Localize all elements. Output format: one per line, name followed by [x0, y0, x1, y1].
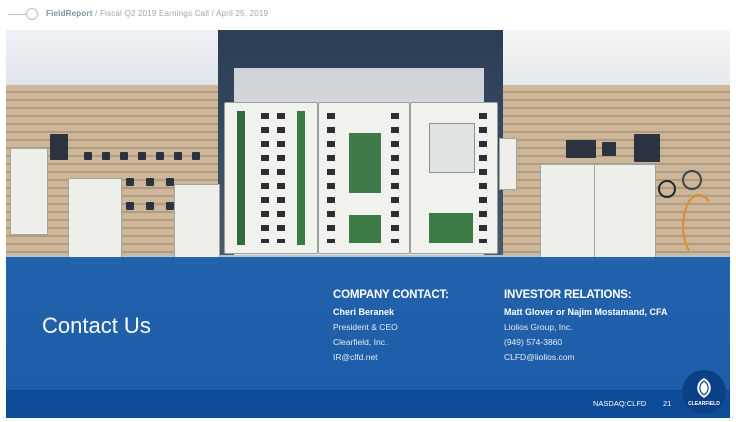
photo-cable-loop	[658, 180, 676, 198]
header-breadcrumb: FieldReport / Fiscal Q2 2019 Earnings Ca…	[46, 9, 268, 18]
photo-wall-cabinet	[174, 184, 220, 260]
company-contact-name: Cheri Beranek	[333, 307, 395, 317]
photo-panel	[126, 202, 134, 210]
company-contact-block: COMPANY CONTACT: Cheri Beranek President…	[333, 289, 449, 367]
header-circle-icon	[26, 8, 38, 20]
investor-relations-email[interactable]: CLFD@liolios.com	[504, 352, 668, 362]
photo-panel	[166, 178, 174, 186]
photo-wall-cabinet	[68, 178, 122, 260]
photo-panel	[146, 178, 154, 186]
photo-panel	[566, 140, 596, 158]
photo-panel	[84, 152, 92, 160]
photo-panel	[166, 202, 174, 210]
photo-wall-cabinet	[540, 164, 598, 262]
logo-wordmark: CLEARFIELD	[688, 401, 720, 407]
photo-cable-loop	[682, 170, 702, 190]
photo-panel	[156, 152, 164, 160]
slide-title: Contact Us	[42, 313, 151, 338]
photo-panel	[174, 152, 182, 160]
photo-panel	[192, 152, 200, 160]
photo-panel	[138, 152, 146, 160]
slide-header: FieldReport / Fiscal Q2 2019 Earnings Ca…	[0, 0, 736, 30]
company-contact-company: Clearfield, Inc.	[333, 337, 388, 347]
clearfield-logo-icon	[697, 378, 711, 398]
photo-panel	[126, 178, 134, 186]
company-contact-role: President & CEO	[333, 322, 398, 332]
photo-frame-cabinet	[224, 102, 318, 254]
photo-orange-cable	[682, 194, 716, 258]
header-rule	[8, 14, 28, 15]
photo-wall-cabinet	[594, 164, 656, 262]
header-brand: FieldReport	[46, 9, 93, 18]
investor-relations-block: INVESTOR RELATIONS: Matt Glover or Najim…	[504, 289, 668, 367]
photo-panel	[146, 202, 154, 210]
investor-relations-heading: INVESTOR RELATIONS:	[504, 289, 632, 301]
investor-relations-phone: (949) 574-3860	[504, 337, 563, 347]
photo-panel	[602, 142, 616, 156]
investor-relations-firm: Liolios Group, Inc.	[504, 322, 573, 332]
photo-panel	[50, 134, 68, 160]
photo-wall-cabinet	[10, 148, 48, 235]
clearfield-logo: CLEARFIELD	[682, 370, 726, 414]
photo-panel	[102, 152, 110, 160]
photo-panel	[120, 152, 128, 160]
photo-frame-cabinet	[410, 102, 498, 254]
ticker-symbol: NASDAQ:CLFD	[593, 399, 647, 408]
photo-frame-cabinet	[318, 102, 410, 254]
company-contact-email[interactable]: IR@clfd.net	[333, 352, 449, 362]
header-path: / Fiscal Q2 2019 Earnings Call / April 2…	[95, 9, 269, 18]
photo-wall-cabinet	[499, 138, 517, 190]
page-number: 21	[663, 399, 672, 408]
photo-ceiling-right	[495, 30, 730, 90]
photo-panel	[634, 134, 660, 162]
investor-relations-names: Matt Glover or Najim Mostamand, CFA	[504, 307, 668, 317]
company-contact-heading: COMPANY CONTACT:	[333, 289, 449, 301]
photo-ceiling-left	[6, 30, 221, 90]
